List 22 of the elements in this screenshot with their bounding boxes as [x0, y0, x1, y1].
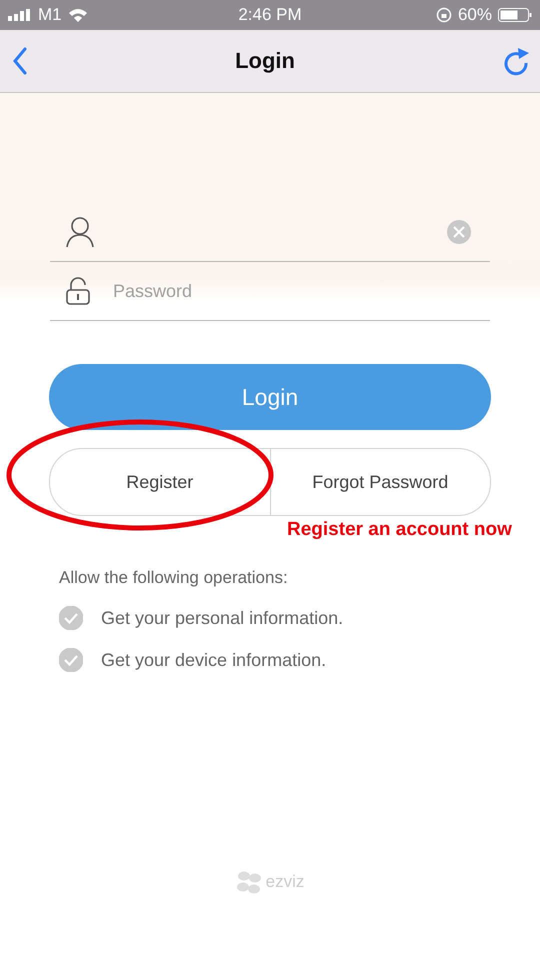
password-field[interactable]: Password — [113, 271, 472, 311]
screen-title: Login — [235, 48, 295, 74]
rotation-lock-icon — [436, 7, 452, 23]
permission-label: Get your device information. — [101, 650, 326, 670]
back-icon[interactable] — [12, 47, 28, 75]
signal-icon — [8, 9, 32, 21]
permission-label: Get your personal information. — [101, 608, 344, 628]
wifi-icon — [68, 8, 88, 22]
permissions-heading: Allow the following operations: — [59, 568, 289, 588]
flower-logo-icon — [236, 870, 262, 894]
battery-icon — [498, 8, 532, 22]
forgot-password-button[interactable]: Forgot Password — [270, 449, 490, 515]
check-icon[interactable] — [59, 606, 83, 630]
refresh-icon[interactable] — [502, 46, 530, 76]
status-time: 2:46 PM — [238, 5, 302, 25]
clear-icon[interactable] — [446, 219, 472, 245]
annotation-text: Register an account now — [287, 519, 512, 541]
padlock-icon — [65, 277, 91, 305]
check-icon[interactable] — [59, 648, 83, 672]
battery-percent: 60% — [458, 5, 492, 25]
carrier-name: M1 — [38, 5, 62, 25]
person-icon — [65, 216, 95, 248]
